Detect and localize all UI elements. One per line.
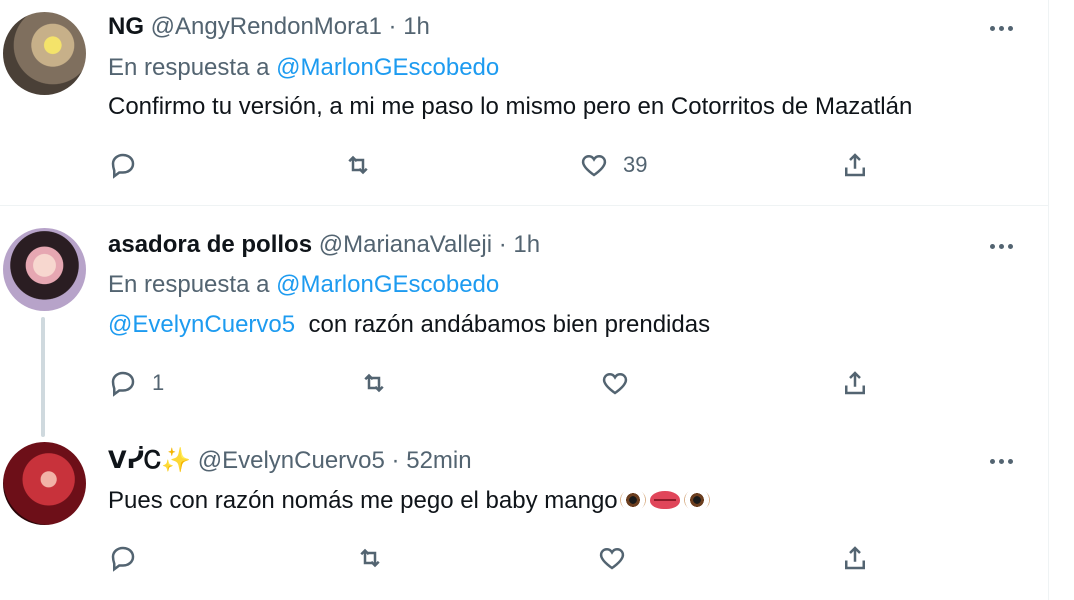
like-button[interactable]	[600, 366, 644, 400]
user-handle[interactable]: @MarianaValleji	[319, 231, 492, 258]
avatar[interactable]	[3, 228, 86, 311]
timestamp[interactable]: 1h	[513, 231, 540, 258]
more-icon	[989, 243, 995, 249]
tweet-text: Confirmo tu versión, a mi me paso lo mis…	[108, 93, 913, 120]
reply-count: 1	[152, 370, 165, 395]
reply-icon	[111, 153, 135, 179]
reply-mention-link[interactable]: @MarlonGEscobedo	[276, 271, 499, 298]
reply-button[interactable]	[108, 541, 152, 575]
share-button[interactable]	[840, 366, 870, 400]
display-name[interactable]: ᐯᓰᏟ	[108, 447, 161, 474]
separator-dot: ·	[388, 13, 397, 40]
share-icon	[845, 371, 865, 395]
avatar[interactable]	[3, 442, 86, 525]
reply-context: En respuesta a @MarlonGEscobedo	[108, 52, 499, 84]
display-name[interactable]: asadora de pollos	[108, 231, 312, 258]
tweet-text: Pues con razón nomás me pego el baby man…	[108, 485, 712, 517]
reply-prefix: En respuesta a	[108, 54, 270, 81]
share-button[interactable]	[840, 148, 870, 182]
heart-icon	[599, 547, 625, 570]
tweet-header: ᐯᓰᏟ✨ @EvelynCuervo5 · 52min	[108, 445, 472, 477]
reply-icon	[111, 546, 135, 572]
reply-context: En respuesta a @MarlonGEscobedo	[108, 269, 499, 301]
reply-prefix: En respuesta a	[108, 271, 270, 298]
tweet-header: NG @AngyRendonMora1 · 1h	[108, 11, 430, 43]
tweet-text: @EvelynCuervo5 con razón andábamos bien …	[108, 309, 710, 341]
share-icon	[845, 546, 865, 570]
retweet-icon	[364, 373, 384, 393]
heart-icon	[602, 372, 628, 395]
retweet-button[interactable]	[355, 541, 399, 575]
like-button[interactable]: 39	[579, 148, 647, 182]
tweet-header: asadora de pollos @MarianaValleji · 1h	[108, 229, 540, 261]
thread-line	[41, 317, 45, 437]
more-options-button[interactable]	[986, 13, 1016, 43]
retweet-button[interactable]	[343, 148, 387, 182]
more-icon	[989, 458, 995, 464]
avatar[interactable]	[3, 12, 86, 95]
display-name[interactable]: NG	[108, 13, 144, 40]
tweet[interactable]: asadora de pollos @MarianaValleji · 1h E…	[0, 206, 1048, 440]
text-mention-link[interactable]: @EvelynCuervo5	[108, 311, 295, 338]
tweet-body: Pues con razón nomás me pego el baby man…	[108, 487, 618, 514]
retweet-icon	[348, 155, 368, 175]
user-handle[interactable]: @EvelynCuervo5	[198, 447, 385, 474]
eye-emoji	[619, 489, 646, 511]
more-options-button[interactable]	[986, 446, 1016, 476]
tweet-feed: NG @AngyRendonMora1 · 1h En respuesta a …	[0, 0, 1049, 600]
tweet[interactable]: ᐯᓰᏟ✨ @EvelynCuervo5 · 52min Pues con raz…	[0, 440, 1048, 600]
like-button[interactable]	[597, 541, 641, 575]
reply-icon	[111, 371, 135, 397]
lips-emoji	[649, 491, 680, 509]
timestamp[interactable]: 52min	[406, 447, 471, 474]
eye-emoji	[683, 489, 710, 511]
retweet-button[interactable]	[359, 366, 403, 400]
user-handle[interactable]: @AngyRendonMora1	[151, 13, 382, 40]
like-count: 39	[623, 152, 648, 177]
reply-mention-link[interactable]: @MarlonGEscobedo	[276, 54, 499, 81]
reply-button[interactable]: 1	[108, 366, 164, 400]
tweet-body: con razón andábamos bien prendidas	[308, 311, 711, 338]
sparkle-emoji: ✨	[161, 447, 192, 474]
share-button[interactable]	[840, 541, 870, 575]
separator-dot: ·	[498, 231, 507, 258]
more-options-button[interactable]	[986, 231, 1016, 261]
reply-button[interactable]	[108, 148, 152, 182]
retweet-icon	[360, 548, 380, 568]
share-icon	[845, 153, 865, 177]
more-icon	[989, 25, 995, 31]
tweet[interactable]: NG @AngyRendonMora1 · 1h En respuesta a …	[0, 0, 1048, 205]
heart-icon	[581, 154, 607, 177]
separator-dot: ·	[391, 447, 400, 474]
timestamp[interactable]: 1h	[403, 13, 430, 40]
